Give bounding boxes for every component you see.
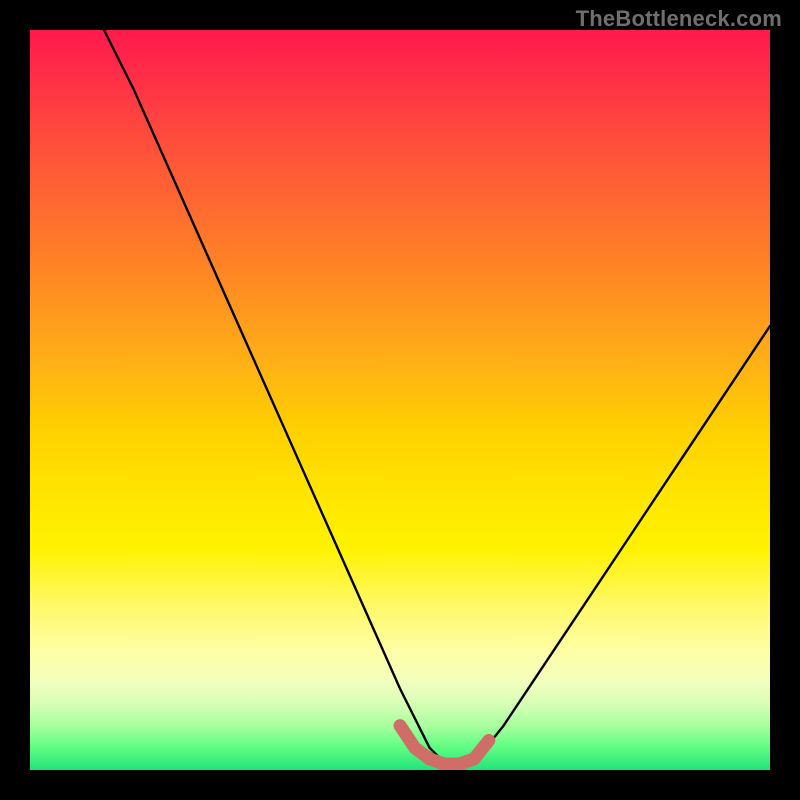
plot-area	[30, 30, 770, 770]
watermark-text: TheBottleneck.com	[576, 6, 782, 32]
chart-overlay	[30, 30, 770, 770]
chart-frame: TheBottleneck.com	[0, 0, 800, 800]
optimal-range-mark	[400, 726, 489, 764]
bottleneck-curve	[104, 30, 770, 770]
